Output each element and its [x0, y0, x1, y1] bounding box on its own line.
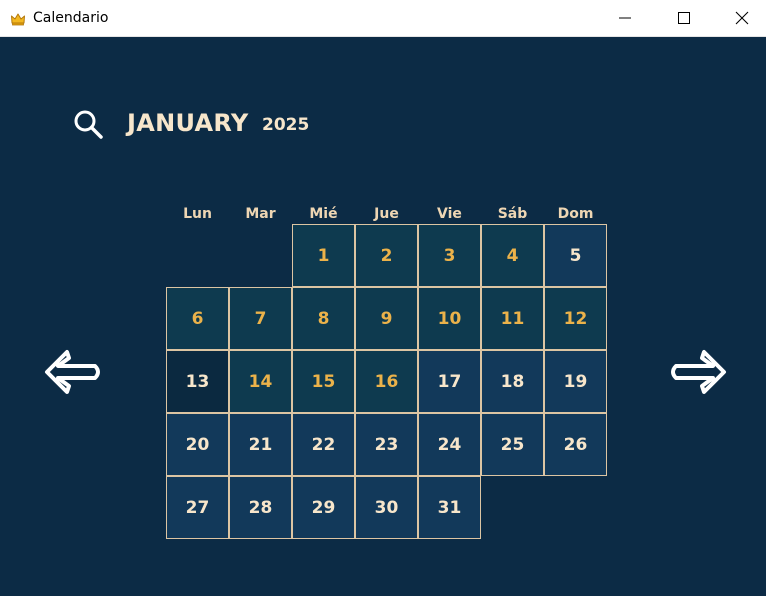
day-cell[interactable]: 17 — [418, 350, 481, 413]
day-cell[interactable]: 16 — [355, 350, 418, 413]
left-arrow-icon[interactable] — [43, 348, 103, 396]
window-title: Calendario — [33, 10, 109, 26]
day-cell[interactable]: 21 — [229, 413, 292, 476]
day-cell[interactable]: 8 — [292, 287, 355, 350]
weekday-header: Mié — [309, 206, 338, 222]
maximize-icon — [678, 12, 690, 24]
day-cell[interactable]: 20 — [166, 413, 229, 476]
day-cell[interactable]: 24 — [418, 413, 481, 476]
right-arrow-icon[interactable] — [668, 348, 728, 396]
year-title: 2025 — [262, 115, 310, 135]
day-cell[interactable]: 18 — [481, 350, 544, 413]
day-cell[interactable]: 4 — [481, 224, 544, 287]
day-cell[interactable]: 6 — [166, 287, 229, 350]
close-button[interactable] — [713, 0, 766, 36]
crown-icon — [11, 13, 25, 26]
day-cell[interactable]: 19 — [544, 350, 607, 413]
day-cell[interactable]: 12 — [544, 287, 607, 350]
day-cell[interactable]: 30 — [355, 476, 418, 539]
day-cell[interactable]: 1 — [292, 224, 355, 287]
day-cell[interactable]: 14 — [229, 350, 292, 413]
day-cell[interactable]: 15 — [292, 350, 355, 413]
minimize-button[interactable] — [596, 0, 654, 36]
day-cell[interactable]: 7 — [229, 287, 292, 350]
search-icon[interactable] — [72, 108, 106, 142]
weekday-header: Mar — [245, 206, 276, 222]
day-cell[interactable]: 5 — [544, 224, 607, 287]
day-cell[interactable]: 3 — [418, 224, 481, 287]
close-icon — [735, 11, 749, 25]
day-cell[interactable]: 10 — [418, 287, 481, 350]
weekday-header: Dom — [557, 206, 594, 222]
day-cell[interactable]: 2 — [355, 224, 418, 287]
day-cell[interactable]: 11 — [481, 287, 544, 350]
weekday-header: Jue — [374, 206, 399, 222]
weekday-header: Vie — [437, 206, 462, 222]
weekday-header: Sáb — [497, 206, 528, 222]
day-cell[interactable]: 29 — [292, 476, 355, 539]
day-cell[interactable]: 31 — [418, 476, 481, 539]
day-cell[interactable]: 9 — [355, 287, 418, 350]
weekday-header: Lun — [183, 206, 212, 222]
month-title: JANUARY — [127, 109, 249, 137]
day-cell[interactable]: 23 — [355, 413, 418, 476]
minimize-icon — [619, 17, 631, 19]
day-cell[interactable]: 28 — [229, 476, 292, 539]
day-cell[interactable]: 22 — [292, 413, 355, 476]
maximize-button[interactable] — [655, 0, 713, 36]
day-cell-today[interactable]: 13 — [166, 350, 229, 413]
day-cell[interactable]: 27 — [166, 476, 229, 539]
title-bar: Calendario — [0, 0, 766, 37]
day-cell[interactable]: 26 — [544, 413, 607, 476]
day-cell[interactable]: 25 — [481, 413, 544, 476]
